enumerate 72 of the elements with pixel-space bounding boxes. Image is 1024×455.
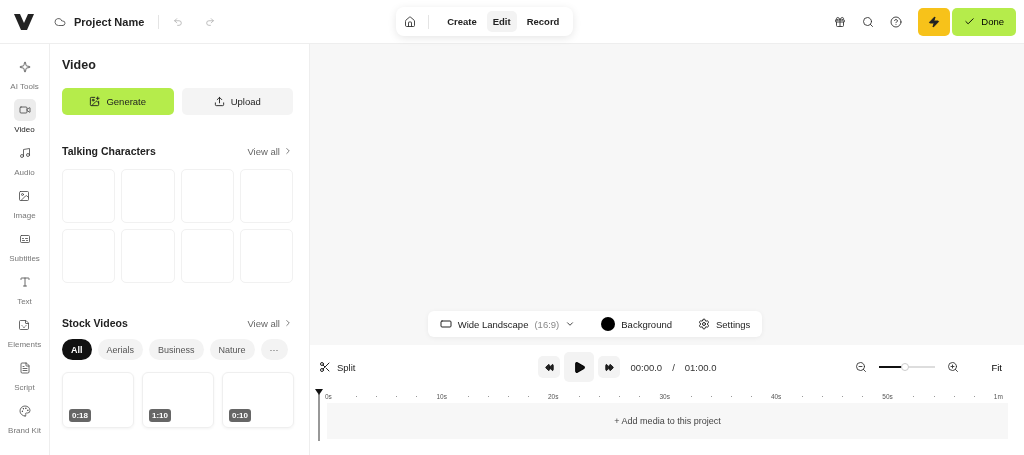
logo-icon[interactable] [14,13,34,30]
upload-button[interactable]: Upload [181,88,293,115]
undo-icon [173,16,184,27]
play-button[interactable] [564,352,595,382]
settings-icon [698,318,710,330]
video-card[interactable]: 0:10 [222,372,294,428]
search-icon [862,15,875,28]
filter-chip[interactable]: Aerials [97,339,144,360]
current-time: 00:00.0 [630,361,663,373]
section-title: Stock Videos [62,317,128,329]
chevron-right-icon [283,318,293,328]
generate-button[interactable]: Generate [62,88,174,115]
section-title: Talking Characters [62,145,156,157]
nav-label[interactable]: Brand Kit [8,426,41,435]
format-dropdown[interactable]: Wide Landscape (16:9) [439,318,576,330]
nav-label[interactable]: Elements [7,340,42,349]
scissors-icon [319,361,331,373]
duration-badge: 1:10 [149,409,171,422]
help-icon [890,15,903,28]
gift-icon [834,15,847,28]
total-time: 01:00.0 [684,361,717,373]
done-button[interactable]: Done [952,7,1016,36]
video-card[interactable]: 0:18 [62,372,134,428]
video-card[interactable]: 1:10 [142,372,214,428]
view-all-link[interactable]: View all [247,145,293,157]
fit-button[interactable]: Fit [985,360,1008,374]
rewind-button[interactable] [538,356,561,378]
nav-label[interactable]: Audio [14,168,35,177]
chevron-right-icon [283,146,293,156]
filter-chip[interactable]: Nature [209,339,255,360]
background-button[interactable]: Background [601,317,672,331]
playhead-icon[interactable] [315,389,323,441]
settings-button[interactable]: Settings [698,318,751,330]
nav-label[interactable]: AI Tools [10,82,39,91]
filter-chip[interactable]: Business [149,339,204,360]
split-button[interactable]: Split [319,361,356,373]
mode-tab[interactable]: Create [441,11,483,32]
chevron-down-icon [565,319,576,329]
lightning-icon [928,15,941,28]
image-plus-icon [89,96,101,107]
home-icon [404,15,417,28]
time-separator: / [672,361,675,373]
zoom-out-icon [855,361,868,373]
view-all-link[interactable]: View all [247,317,293,329]
media-track[interactable]: + Add media to this project [327,403,1008,439]
panel-title: Video [62,58,97,72]
duration-badge: 0:18 [69,409,91,422]
add-media-label[interactable]: + Add media to this project [614,416,721,426]
rewind-icon [544,362,554,372]
mode-tab[interactable]: Edit [486,11,517,32]
upload-icon [213,96,225,107]
project-name[interactable]: Project Name [74,15,145,28]
check-icon [964,16,976,27]
cloud-off-icon [54,15,66,28]
zoom-in-icon [947,361,960,373]
fast-forward-button[interactable] [598,356,621,378]
nav-label[interactable]: Image [13,211,36,220]
duration-badge: 0:10 [229,409,251,422]
nav-label[interactable]: Video [14,125,35,134]
video-camera-icon[interactable] [13,99,36,121]
filter-chip[interactable]: All [62,339,92,360]
color-swatch-icon [601,317,616,331]
more-button[interactable]: ··· [260,339,288,360]
redo-icon [205,16,216,27]
nav-label[interactable]: Subtitles [9,254,40,263]
nav-label[interactable]: Script [14,383,35,392]
fast-forward-icon [604,362,614,372]
nav-label[interactable]: Text [17,297,32,306]
mode-tab[interactable]: Record [520,11,566,32]
lightning-button[interactable] [918,7,951,36]
rectangle-icon [439,318,452,330]
play-icon [572,360,586,374]
